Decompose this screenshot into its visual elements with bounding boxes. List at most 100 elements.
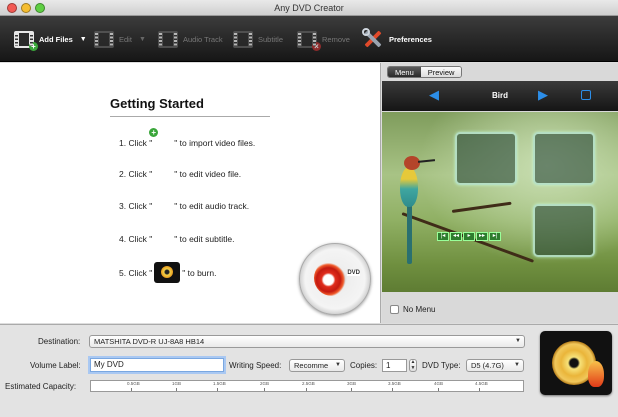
tab-preview[interactable]: Preview — [420, 67, 462, 77]
writing-speed-select[interactable]: Recomme ▼ — [289, 359, 345, 372]
capacity-tick: 2GB — [260, 381, 270, 391]
tools-icon — [362, 28, 384, 50]
zoom-window-button[interactable] — [35, 3, 45, 13]
step-import: 1. Click " + " to import video files. — [119, 128, 256, 152]
menu-panel: Menu Preview ◀ Bird ▶ |◂ ◂◂ ▸ ▸▸ ▸| No M… — [382, 63, 618, 323]
chevron-down-icon: ▼ — [515, 338, 521, 344]
chapter-thumbnail[interactable] — [455, 132, 517, 185]
chevron-down-icon[interactable]: ▼ — [80, 36, 87, 43]
capacity-bar: 0.5GB 1GB 1.5GB 2GB 2.5GB 3GB 3.5GB 4GB … — [90, 380, 524, 392]
film-audio-icon — [158, 30, 178, 48]
play-icon[interactable]: ▸ — [463, 232, 475, 241]
last-chapter-icon[interactable]: ▸| — [489, 232, 501, 241]
capacity-tick: 2.5GB — [302, 381, 315, 391]
window-title: Any DVD Creator — [274, 3, 344, 13]
dvd-type-value: D5 (4.7G) — [471, 361, 504, 370]
step-prefix: 3. Click " — [119, 201, 153, 211]
step-suffix: " to import video files. — [174, 138, 256, 148]
dvd-type-label: DVD Type: — [422, 361, 461, 370]
burn-disc-icon — [154, 262, 181, 283]
capacity-tick: 3GB — [347, 381, 357, 391]
film-audio-icon — [154, 197, 172, 215]
volume-label-label: Volume Label: — [30, 361, 81, 370]
destination-value: MATSHITA DVD-R UJ-8A8 HB14 — [94, 337, 205, 346]
step-suffix: " to edit audio track. — [174, 201, 250, 211]
divider — [110, 116, 270, 117]
tab-menu[interactable]: Menu — [388, 67, 421, 77]
film-subtitle-icon — [154, 230, 172, 248]
step-prefix: 4. Click " — [119, 234, 153, 244]
capacity-tick: 0.5GB — [127, 381, 140, 391]
next-template-icon[interactable]: ▶ — [538, 87, 548, 103]
toolbar: + Add Files ▼ Edit ▼ Audio Track Subtitl… — [0, 16, 618, 62]
minimize-window-button[interactable] — [21, 3, 31, 13]
edit-label: Edit — [119, 34, 132, 44]
audio-track-label: Audio Track — [183, 34, 223, 44]
step-audio: 3. Click " " to edit audio track. — [119, 197, 249, 215]
no-menu-label: No Menu — [403, 305, 436, 314]
remove-button[interactable]: × Remove — [297, 16, 350, 62]
bird-graphic — [404, 156, 420, 170]
edit-button[interactable]: Edit ▼ — [94, 16, 146, 62]
menu-preview: |◂ ◂◂ ▸ ▸▸ ▸| — [382, 112, 618, 292]
step-suffix: " to edit video file. — [174, 169, 242, 179]
film-edit-icon — [154, 165, 172, 183]
preferences-label: Preferences — [389, 34, 432, 44]
audio-track-button[interactable]: Audio Track — [158, 16, 223, 62]
chapter-thumbnail[interactable] — [533, 132, 595, 185]
edit-menu-icon[interactable] — [581, 90, 591, 100]
destination-label: Destination: — [38, 337, 81, 346]
destination-select[interactable]: MATSHITA DVD-R UJ-8A8 HB14 ▼ — [89, 335, 525, 348]
view-switch: Menu Preview — [387, 66, 463, 78]
capacity-tick: 1GB — [172, 381, 182, 391]
first-chapter-icon[interactable]: |◂ — [437, 232, 449, 241]
step-suffix: " to edit subtitle. — [174, 234, 235, 244]
capacity-tick: 1.5GB — [213, 381, 226, 391]
step-suffix: " to burn. — [182, 267, 217, 278]
step-edit: 2. Click " " to edit video file. — [119, 165, 241, 183]
rewind-icon[interactable]: ◂◂ — [450, 232, 462, 241]
chapter-thumbnail[interactable] — [533, 204, 595, 257]
title-bar: Any DVD Creator — [0, 0, 618, 16]
film-remove-icon: × — [297, 30, 321, 51]
film-edit-icon — [94, 30, 114, 48]
no-menu-checkbox[interactable] — [390, 305, 399, 314]
step-prefix: 1. Click " — [119, 138, 153, 148]
volume-label-input[interactable]: My DVD — [90, 358, 224, 372]
burn-button[interactable] — [540, 331, 612, 395]
dvd-type-select[interactable]: D5 (4.7G) ▼ — [466, 359, 524, 372]
film-add-icon: + — [14, 30, 38, 51]
step-prefix: 5. Click " — [119, 267, 153, 278]
subtitle-button[interactable]: Subtitle — [233, 16, 283, 62]
preferences-button[interactable]: Preferences — [362, 16, 432, 62]
writing-speed-label: Writing Speed: — [229, 361, 282, 370]
estimated-capacity-label: Estimated Capacity: — [5, 382, 77, 391]
step-subtitle: 4. Click " " to edit subtitle. — [119, 230, 234, 248]
copies-stepper[interactable]: ▲ ▼ — [409, 359, 417, 372]
menu-playback-controls: |◂ ◂◂ ▸ ▸▸ ▸| — [437, 232, 501, 241]
chevron-down-icon[interactable]: ▼ — [139, 36, 146, 43]
remove-label: Remove — [322, 34, 350, 44]
chevron-down-icon: ▼ — [514, 362, 520, 368]
step-prefix: 2. Click " — [119, 169, 153, 179]
writing-speed-value: Recomme — [294, 361, 329, 370]
bird-graphic — [400, 167, 418, 207]
no-menu-option[interactable]: No Menu — [390, 305, 435, 314]
fast-forward-icon[interactable]: ▸▸ — [476, 232, 488, 241]
branch-graphic — [451, 201, 512, 213]
film-subtitle-icon — [233, 30, 253, 48]
step-burn: 5. Click " " to burn. — [119, 262, 216, 283]
burn-settings: Destination: MATSHITA DVD-R UJ-8A8 HB14 … — [0, 324, 618, 417]
menu-template-bar: ◀ Bird ▶ — [382, 81, 618, 111]
copies-input[interactable]: 1 — [382, 359, 407, 372]
capacity-tick: 3.5GB — [388, 381, 401, 391]
chevron-down-icon: ▼ — [335, 362, 341, 368]
capacity-tick: 4GB — [434, 381, 444, 391]
getting-started-title: Getting Started — [110, 96, 204, 111]
dvd-logo-icon: DVD — [299, 243, 371, 315]
add-files-button[interactable]: + Add Files ▼ — [14, 16, 87, 62]
copies-label: Copies: — [350, 361, 378, 370]
subtitle-label: Subtitle — [258, 34, 284, 44]
flame-icon — [588, 361, 604, 387]
close-window-button[interactable] — [7, 3, 17, 13]
